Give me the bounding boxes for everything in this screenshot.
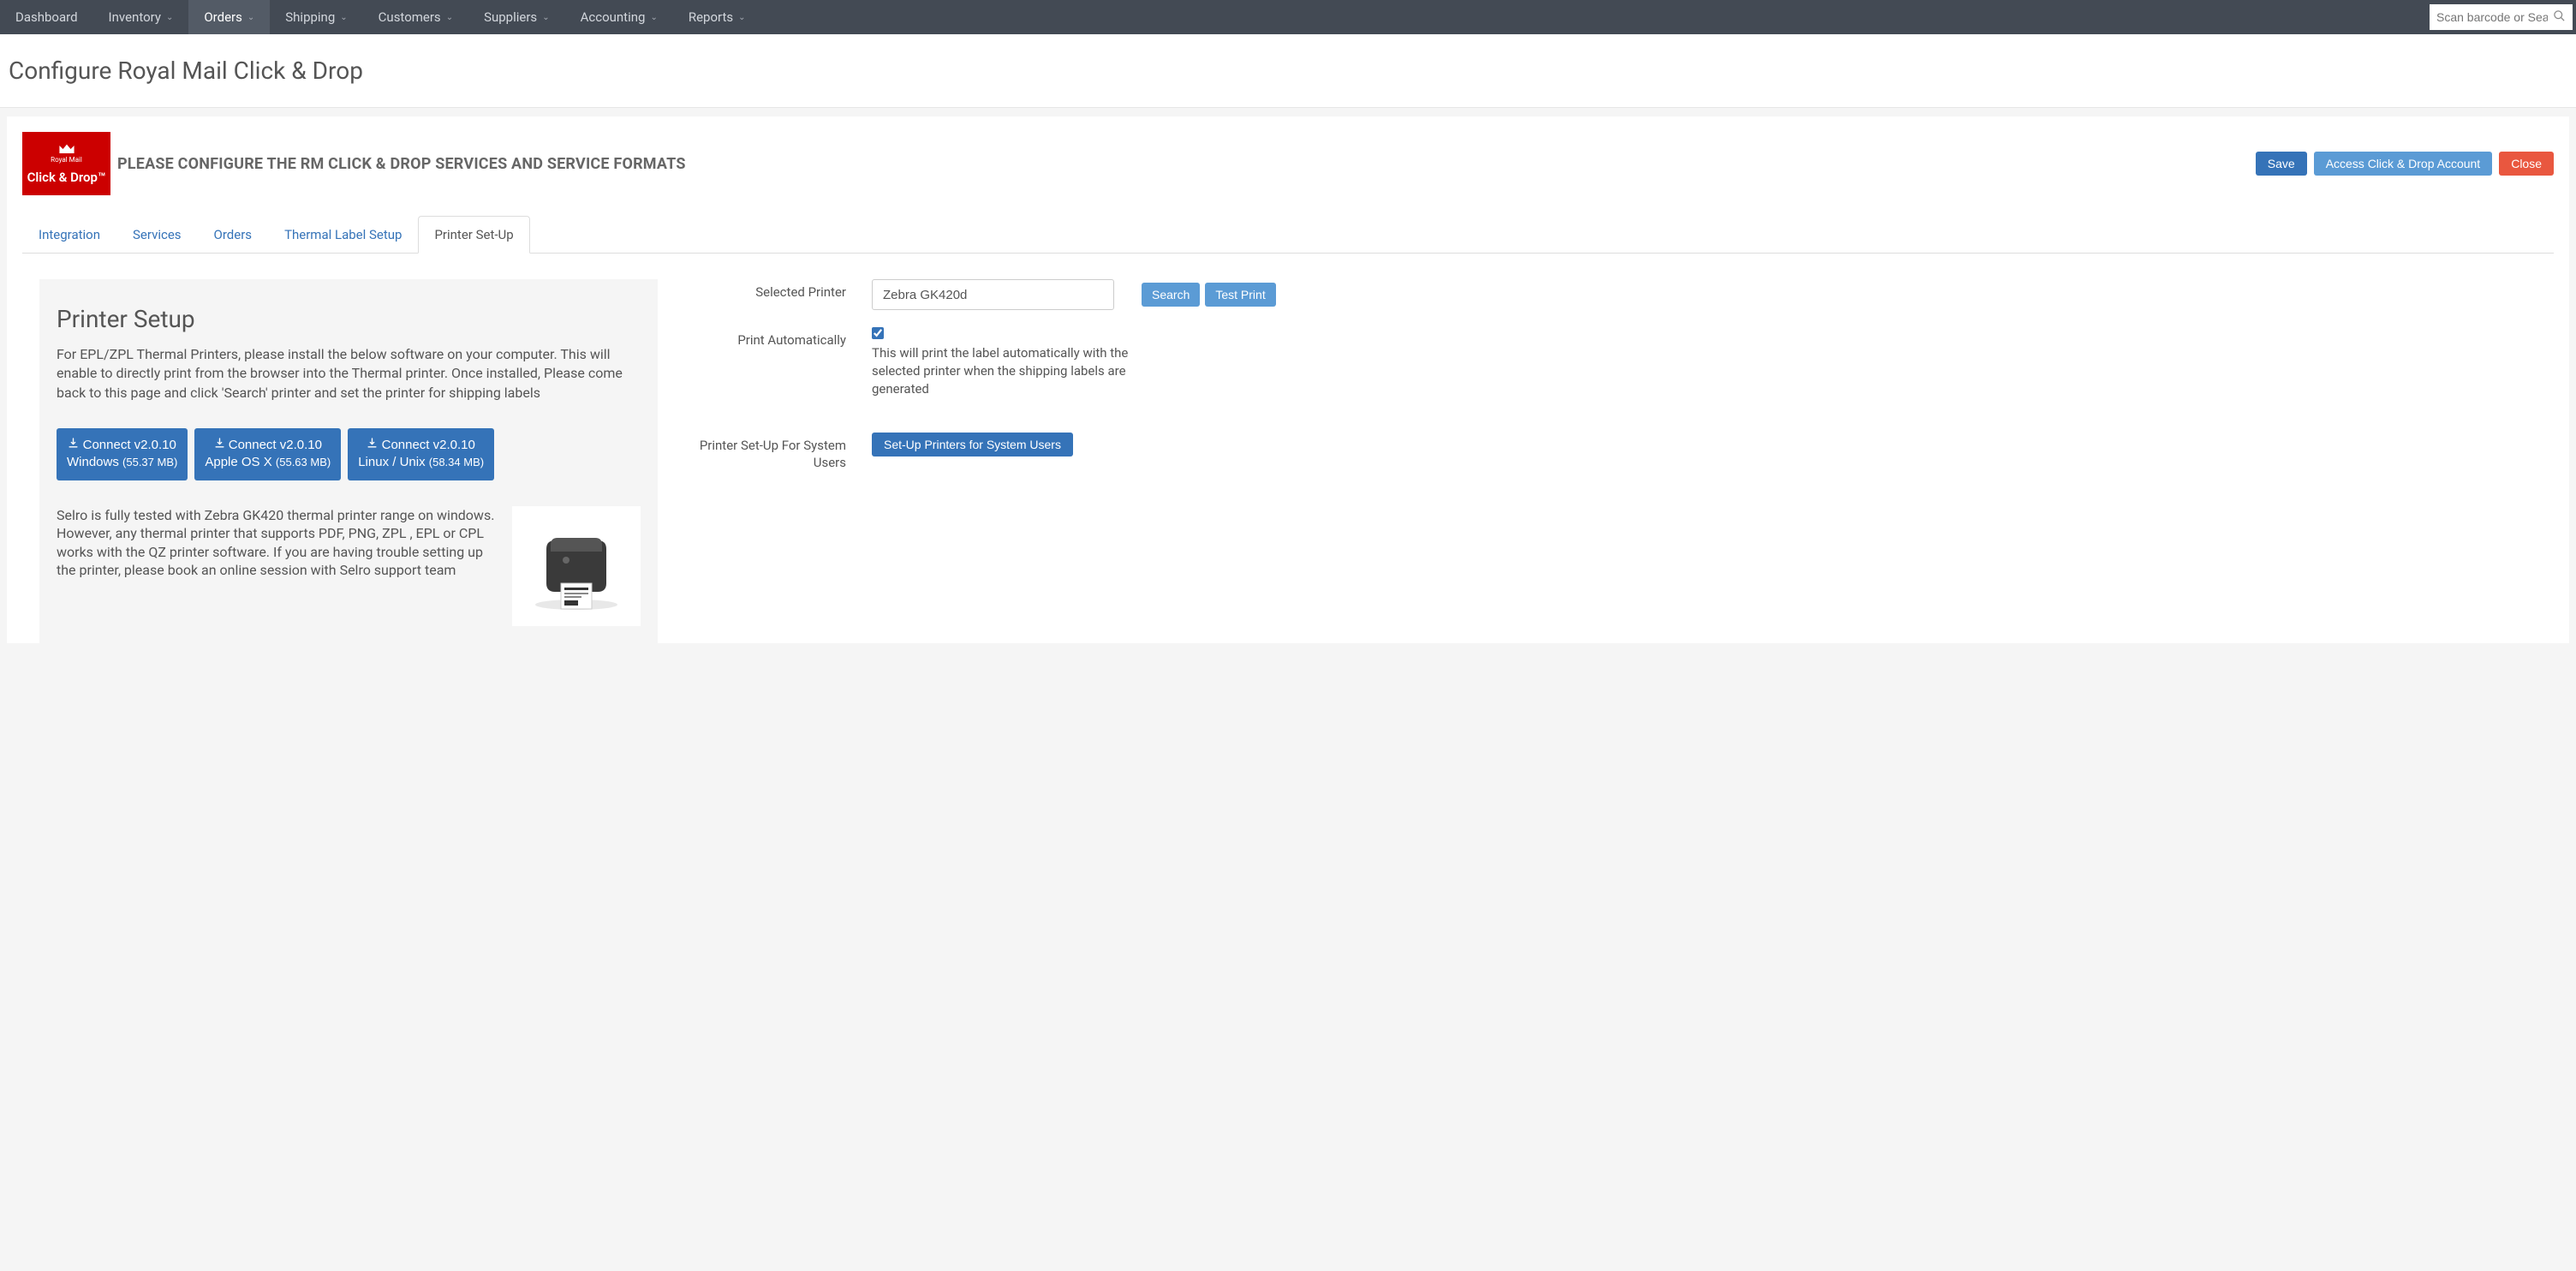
download-osx-button[interactable]: Connect v2.0.10 Apple OS X (55.63 MB) bbox=[194, 428, 341, 480]
tab-orders[interactable]: Orders bbox=[198, 216, 269, 254]
nav-dashboard[interactable]: Dashboard bbox=[0, 0, 93, 34]
close-button[interactable]: Close bbox=[2499, 152, 2554, 176]
search-icon bbox=[2553, 9, 2566, 26]
scan-barcode-input[interactable] bbox=[2436, 10, 2548, 24]
dl-line1: Connect v2.0.10 bbox=[83, 438, 176, 452]
test-print-button[interactable]: Test Print bbox=[1205, 283, 1275, 307]
download-icon bbox=[68, 438, 82, 452]
dl-size: (55.37 MB) bbox=[122, 456, 177, 468]
config-card: Royal Mail Click & Drop™ PLEASE CONFIGUR… bbox=[7, 116, 2569, 643]
download-icon bbox=[367, 438, 381, 452]
tab-services[interactable]: Services bbox=[116, 216, 198, 254]
system-users-label: Printer Set-Up For System Users bbox=[683, 433, 846, 471]
nav-accounting[interactable]: Accounting ⌄ bbox=[565, 0, 673, 34]
tab-integration[interactable]: Integration bbox=[22, 216, 116, 254]
nav-suppliers[interactable]: Suppliers ⌄ bbox=[468, 0, 565, 34]
royal-mail-logo: Royal Mail Click & Drop™ bbox=[22, 132, 110, 195]
printer-info-text: Selro is fully tested with Zebra GK420 t… bbox=[57, 506, 497, 626]
nav-label: Accounting bbox=[581, 9, 646, 25]
tab-thermal-label-setup[interactable]: Thermal Label Setup bbox=[268, 216, 418, 254]
nav-label: Dashboard bbox=[15, 9, 78, 25]
chevron-down-icon: ⌄ bbox=[446, 13, 453, 22]
scan-barcode-box[interactable] bbox=[2430, 4, 2573, 30]
nav-label: Inventory bbox=[109, 9, 161, 25]
crown-icon bbox=[57, 142, 76, 156]
printer-setup-desc: For EPL/ZPL Thermal Printers, please ins… bbox=[57, 345, 641, 403]
dl-size: (58.34 MB) bbox=[429, 456, 484, 468]
tab-printer-setup[interactable]: Printer Set-Up bbox=[418, 216, 529, 254]
nav-label: Shipping bbox=[285, 9, 335, 25]
print-auto-checkbox[interactable] bbox=[872, 327, 884, 339]
top-nav: Dashboard Inventory ⌄ Orders ⌄ Shipping … bbox=[0, 0, 2576, 34]
selected-printer-label: Selected Printer bbox=[683, 279, 846, 300]
access-account-button[interactable]: Access Click & Drop Account bbox=[2314, 152, 2493, 176]
chevron-down-icon: ⌄ bbox=[340, 13, 347, 22]
chevron-down-icon: ⌄ bbox=[650, 13, 657, 22]
nav-inventory[interactable]: Inventory ⌄ bbox=[93, 0, 189, 34]
printer-image bbox=[512, 506, 641, 626]
config-heading: PLEASE CONFIGURE THE RM CLICK & DROP SER… bbox=[117, 155, 686, 173]
setup-system-users-button[interactable]: Set-Up Printers for System Users bbox=[872, 433, 1073, 456]
nav-shipping[interactable]: Shipping ⌄ bbox=[270, 0, 362, 34]
page-title: Configure Royal Mail Click & Drop bbox=[9, 57, 2567, 85]
dl-line2: Windows bbox=[67, 455, 119, 469]
dl-line1: Connect v2.0.10 bbox=[229, 438, 322, 452]
print-auto-label: Print Automatically bbox=[683, 327, 846, 348]
chevron-down-icon: ⌄ bbox=[738, 13, 745, 22]
nav-customers[interactable]: Customers ⌄ bbox=[363, 0, 468, 34]
download-icon bbox=[214, 438, 229, 452]
nav-reports[interactable]: Reports ⌄ bbox=[673, 0, 761, 34]
dl-line1: Connect v2.0.10 bbox=[382, 438, 475, 452]
chevron-down-icon: ⌄ bbox=[247, 13, 254, 22]
search-printer-button[interactable]: Search bbox=[1142, 283, 1200, 307]
logo-text-bottom: Click & Drop™ bbox=[27, 170, 106, 185]
nav-label: Reports bbox=[689, 9, 733, 25]
tabs: Integration Services Orders Thermal Labe… bbox=[22, 216, 2554, 254]
print-auto-help: This will print the label automatically … bbox=[872, 344, 1129, 398]
printer-setup-panel: Printer Setup For EPL/ZPL Thermal Printe… bbox=[39, 279, 658, 643]
dl-size: (55.63 MB) bbox=[276, 456, 331, 468]
dl-line2: Linux / Unix bbox=[358, 455, 425, 469]
chevron-down-icon: ⌄ bbox=[166, 13, 173, 22]
printer-form: Selected Printer Search Test Print Print… bbox=[683, 279, 2554, 643]
page-title-bar: Configure Royal Mail Click & Drop bbox=[0, 34, 2576, 108]
nav-label: Orders bbox=[204, 9, 242, 25]
chevron-down-icon: ⌄ bbox=[542, 13, 549, 22]
logo-text-top: Royal Mail bbox=[51, 156, 82, 164]
dl-line2: Apple OS X bbox=[205, 455, 271, 469]
download-linux-button[interactable]: Connect v2.0.10 Linux / Unix (58.34 MB) bbox=[348, 428, 494, 480]
download-windows-button[interactable]: Connect v2.0.10 Windows (55.37 MB) bbox=[57, 428, 188, 480]
printer-setup-title: Printer Setup bbox=[57, 305, 641, 333]
nav-label: Suppliers bbox=[484, 9, 537, 25]
selected-printer-input[interactable] bbox=[872, 279, 1114, 310]
save-button[interactable]: Save bbox=[2256, 152, 2307, 176]
nav-orders[interactable]: Orders ⌄ bbox=[188, 0, 270, 34]
nav-label: Customers bbox=[379, 9, 441, 25]
